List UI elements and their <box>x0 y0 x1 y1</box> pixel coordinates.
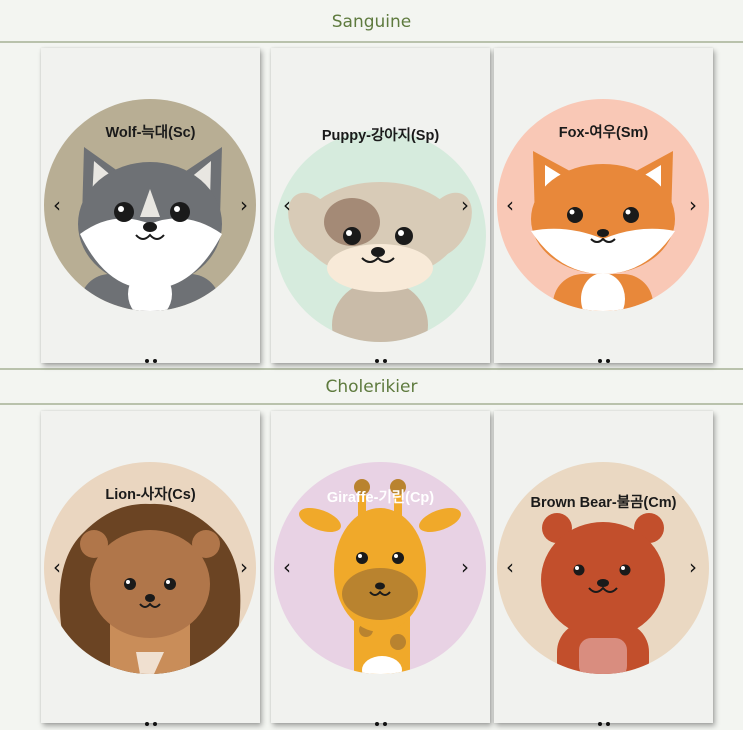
animal-card-giraffe[interactable]: Giraffe-기린(Cp) ‹ › <box>271 411 490 726</box>
animal-card-puppy[interactable]: Puppy-강아지(Sp) ‹ › <box>271 48 490 363</box>
section-header-cholerikier: Cholerikier <box>0 368 743 405</box>
prev-arrow-button[interactable]: ‹ <box>279 556 295 578</box>
prev-arrow-button[interactable]: ‹ <box>279 194 295 216</box>
animal-label: Fox-여우(Sm) <box>558 125 649 141</box>
pagination-dots <box>494 711 713 730</box>
animal-label: Wolf-늑대(Sc) <box>105 125 196 141</box>
pagination-dots <box>41 711 260 730</box>
animal-label: Brown Bear-불곰(Cm) <box>530 495 677 511</box>
next-arrow-button[interactable]: › <box>236 556 252 578</box>
pagination-dots <box>271 711 490 730</box>
next-arrow-button[interactable]: › <box>457 194 473 216</box>
animal-label: Giraffe-기린(Cp) <box>326 490 435 506</box>
next-arrow-button[interactable]: › <box>236 194 252 216</box>
next-arrow-button[interactable]: › <box>457 556 473 578</box>
next-arrow-button[interactable]: › <box>685 194 701 216</box>
puppy-image <box>274 130 486 342</box>
section-header-sanguine: Sanguine <box>0 3 743 43</box>
pagination-dots <box>494 348 713 367</box>
section-title: Sanguine <box>331 12 412 32</box>
prev-arrow-button[interactable]: ‹ <box>502 556 518 578</box>
pagination-dots <box>271 348 490 367</box>
animal-label: Lion-사자(Cs) <box>105 487 196 503</box>
pagination-dots <box>41 348 260 367</box>
puppy-icon <box>288 182 472 342</box>
animal-card-brown-bear[interactable]: Brown Bear-불곰(Cm) ‹ › <box>494 411 713 726</box>
animal-card-fox[interactable]: Fox-여우(Sm) ‹ › <box>494 48 713 363</box>
section-title: Cholerikier <box>325 376 418 397</box>
next-arrow-button[interactable]: › <box>685 556 701 578</box>
animal-card-wolf[interactable]: Wolf-늑대(Sc) ‹ › <box>41 48 260 363</box>
prev-arrow-button[interactable]: ‹ <box>502 194 518 216</box>
prev-arrow-button[interactable]: ‹ <box>49 194 65 216</box>
animal-card-lion[interactable]: Lion-사자(Cs) ‹ › <box>41 411 260 726</box>
animal-label: Puppy-강아지(Sp) <box>321 128 440 144</box>
prev-arrow-button[interactable]: ‹ <box>49 556 65 578</box>
